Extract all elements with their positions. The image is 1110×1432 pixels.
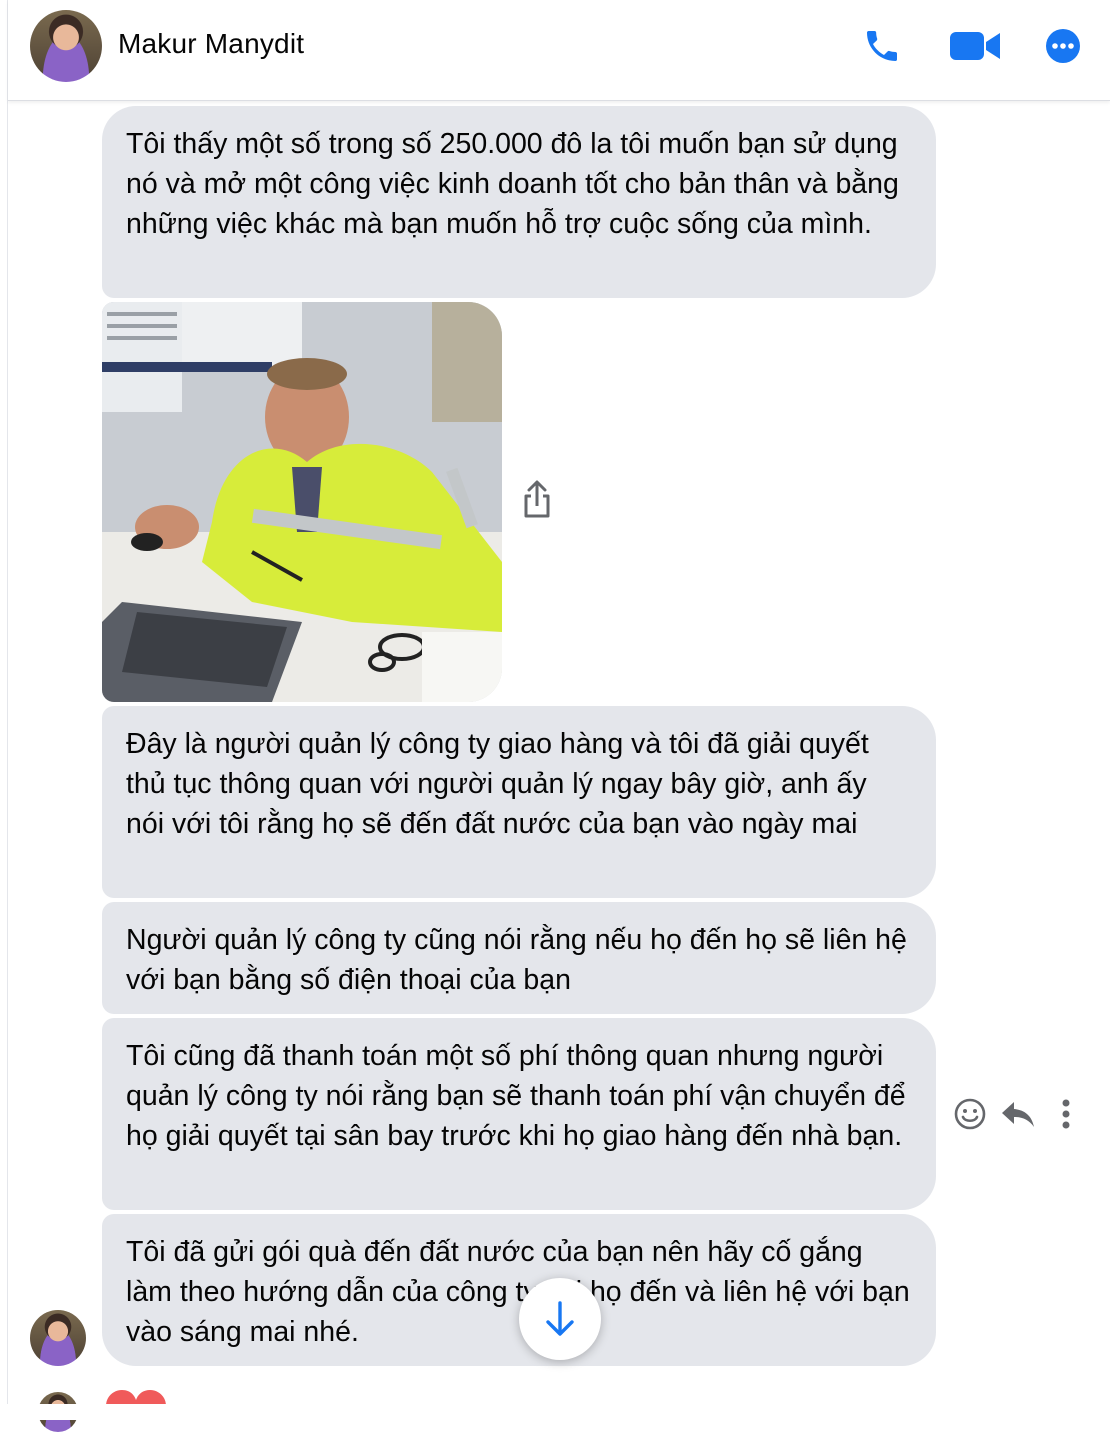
message-text: Tôi thấy một số trong số 250.000 đô la t… — [126, 128, 899, 240]
message-text: Tôi cũng đã thanh toán một số phí thông … — [126, 1040, 906, 1152]
conversation-header: Makur Manydit — [8, 0, 1110, 101]
sender-avatar[interactable] — [30, 1310, 86, 1366]
window-edge — [7, 0, 8, 1420]
photo-image — [102, 302, 502, 702]
contact-avatar[interactable] — [30, 10, 102, 82]
share-icon[interactable] — [520, 478, 554, 522]
message-text: Đây là người quản lý công ty giao hàng v… — [126, 728, 869, 840]
video-camera-icon[interactable] — [944, 24, 1006, 68]
phone-icon[interactable] — [860, 24, 904, 68]
message-bubble[interactable]: Tôi thấy một số trong số 250.000 đô la t… — [102, 106, 936, 298]
scroll-to-bottom-button[interactable] — [519, 1278, 601, 1360]
message-text: Tôi đã gửi gói quà đến đất nước của bạn … — [126, 1236, 910, 1348]
more-options-icon[interactable] — [1038, 24, 1088, 68]
message-bubble[interactable]: Người quản lý công ty cũng nói rằng nếu … — [102, 902, 936, 1014]
message-bubble[interactable]: Đây là người quản lý công ty giao hàng v… — [102, 706, 936, 898]
contact-name[interactable]: Makur Manydit — [118, 28, 304, 60]
message-text: Người quản lý công ty cũng nói rằng nếu … — [126, 924, 907, 996]
more-vertical-icon[interactable] — [1054, 1094, 1078, 1134]
arrow-down-icon — [546, 1301, 574, 1336]
reply-icon[interactable] — [998, 1094, 1038, 1134]
bottom-edge — [0, 1404, 1110, 1420]
message-bubble[interactable]: Tôi đã gửi gói quà đến đất nước của bạn … — [102, 1214, 936, 1366]
emoji-reaction-icon[interactable] — [952, 1094, 988, 1134]
photo-attachment[interactable] — [102, 302, 502, 702]
message-bubble[interactable]: Tôi cũng đã thanh toán một số phí thông … — [102, 1018, 936, 1210]
